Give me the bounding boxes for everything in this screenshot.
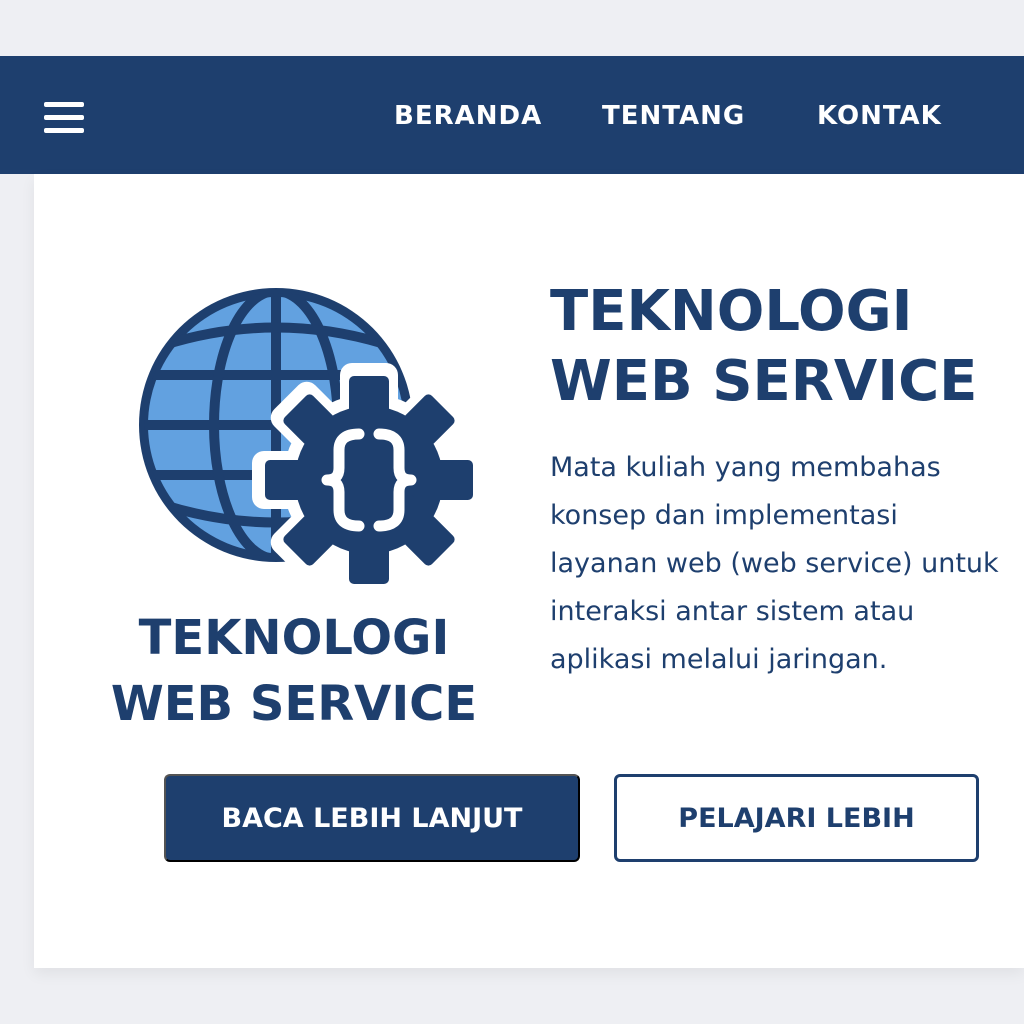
- hero-title-line2: WEB SERVICE: [550, 349, 978, 414]
- learn-more-button[interactable]: PELAJARI LEBIH: [614, 774, 979, 862]
- logo-text-line1: TEKNOLOGI: [138, 610, 450, 666]
- nav-link-tentang[interactable]: TENTANG: [602, 100, 745, 132]
- globe-gear-code-icon: [139, 288, 479, 595]
- hero-title-line1: TEKNOLOGI: [550, 279, 913, 344]
- hero-card: TEKNOLOGI WEB SERVICE TEKNOLOGI WEB SERV…: [34, 174, 1024, 968]
- nav-link-beranda[interactable]: BERANDA: [394, 100, 542, 132]
- hamburger-menu-icon[interactable]: [44, 102, 84, 134]
- top-navbar: BERANDA TENTANG KONTAK: [0, 56, 1024, 174]
- logo-text-line2: WEB SERVICE: [110, 676, 478, 732]
- read-more-button[interactable]: BACA LEBIH LANJUT: [164, 774, 580, 862]
- nav-link-kontak[interactable]: KONTAK: [817, 100, 942, 132]
- hero-description: Mata kuliah yang membahas konsep dan imp…: [550, 452, 999, 675]
